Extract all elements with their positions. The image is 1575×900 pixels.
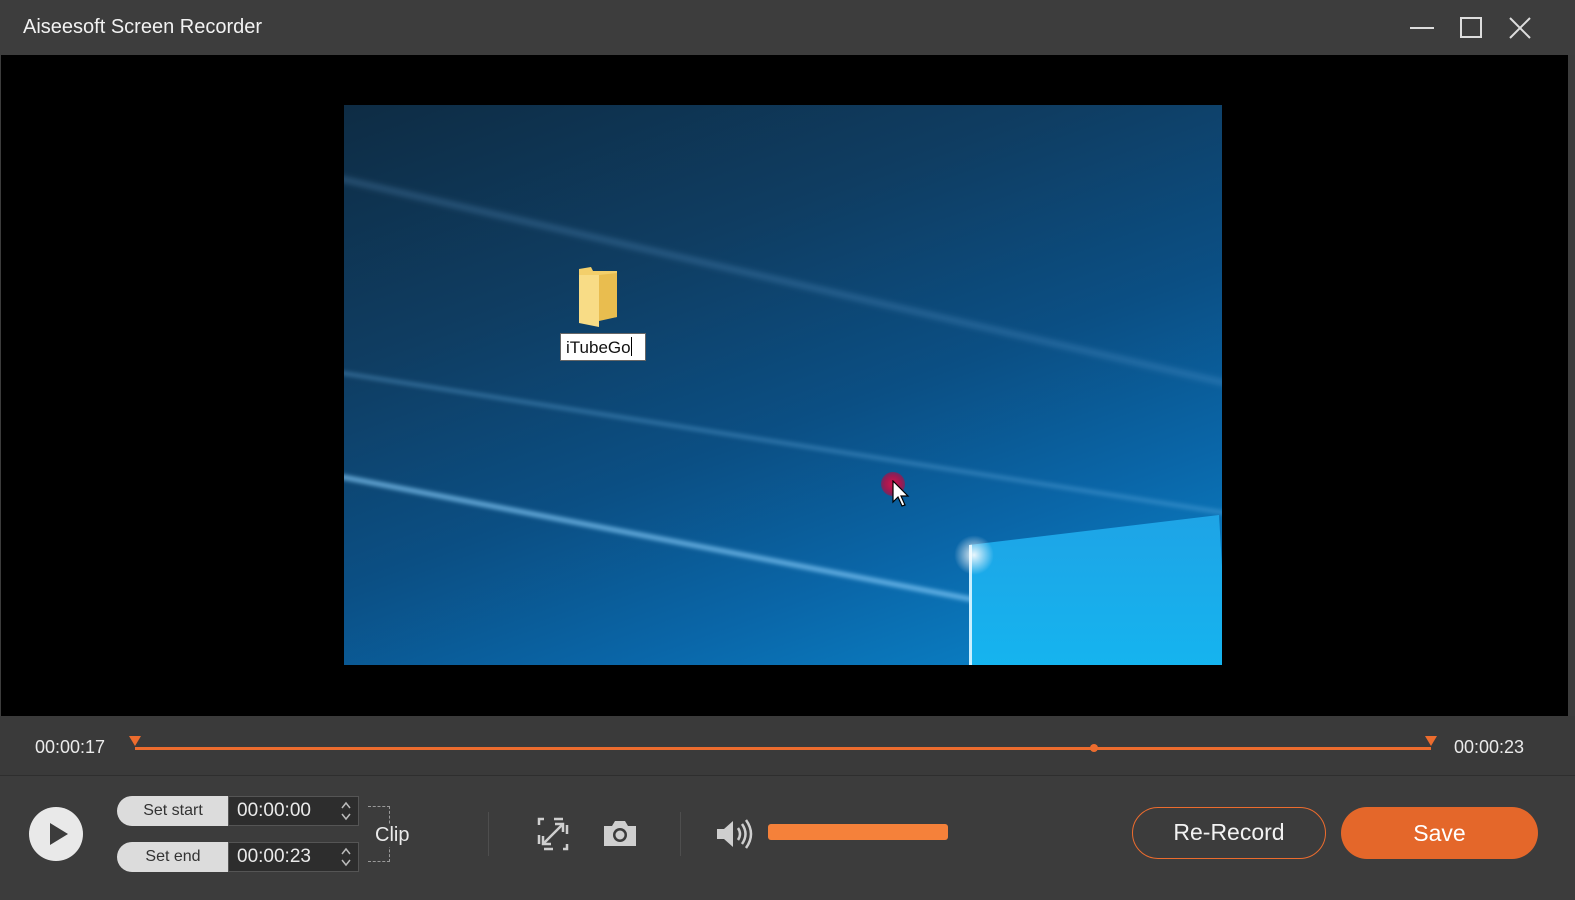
camera-icon <box>604 821 636 846</box>
start-time-spinner-icon[interactable] <box>340 800 352 822</box>
volume-level <box>768 824 948 840</box>
clip-button[interactable]: Clip <box>373 824 412 847</box>
volume-button[interactable] <box>713 816 757 852</box>
folder-icon <box>579 267 617 327</box>
divider <box>680 812 681 856</box>
end-time-field[interactable]: 00:00:23 <box>228 842 359 872</box>
start-time-field[interactable]: 00:00:00 <box>228 796 359 826</box>
video-preview[interactable]: iTubeGo <box>1 55 1568 716</box>
mouse-cursor-icon <box>892 480 910 507</box>
re-record-button[interactable]: Re-Record <box>1132 807 1326 859</box>
snapshot-button[interactable] <box>600 816 640 852</box>
end-time-value: 00:00:23 <box>237 846 311 867</box>
fullscreen-button[interactable] <box>533 816 573 852</box>
timeline-track[interactable] <box>135 747 1431 750</box>
maximize-icon <box>1460 17 1482 38</box>
playhead[interactable] <box>1090 744 1099 752</box>
recorded-screen: iTubeGo <box>344 105 1222 665</box>
start-time-value: 00:00:00 <box>237 800 311 821</box>
trim-start-marker[interactable] <box>129 736 141 746</box>
current-time: 00:00:17 <box>35 737 106 757</box>
close-icon <box>1509 17 1531 39</box>
maximize-button[interactable] <box>1451 10 1491 46</box>
play-button[interactable] <box>29 807 83 861</box>
control-bar: Set start 00:00:00 Set end 00:00:23 Clip <box>0 776 1575 900</box>
speaker-icon <box>717 819 753 849</box>
minimize-button[interactable] <box>1402 10 1442 46</box>
close-button[interactable] <box>1500 10 1540 46</box>
timeline-bar: 00:00:17 00:00:23 <box>0 716 1575 776</box>
set-end-button[interactable]: Set end <box>117 842 229 872</box>
save-button[interactable]: Save <box>1341 807 1538 859</box>
title-bar: Aiseesoft Screen Recorder <box>0 0 1575 55</box>
volume-slider[interactable] <box>768 824 948 840</box>
fullscreen-icon <box>537 817 569 851</box>
app-title: Aiseesoft Screen Recorder <box>23 16 263 38</box>
desktop-item-label[interactable]: iTubeGo <box>560 333 646 361</box>
trim-end-marker[interactable] <box>1425 736 1437 746</box>
set-start-button[interactable]: Set start <box>117 796 229 826</box>
divider <box>488 812 489 856</box>
minimize-icon <box>1410 27 1434 29</box>
end-time-spinner-icon[interactable] <box>340 846 352 868</box>
play-icon <box>50 823 68 845</box>
total-time: 00:00:23 <box>1454 737 1525 757</box>
